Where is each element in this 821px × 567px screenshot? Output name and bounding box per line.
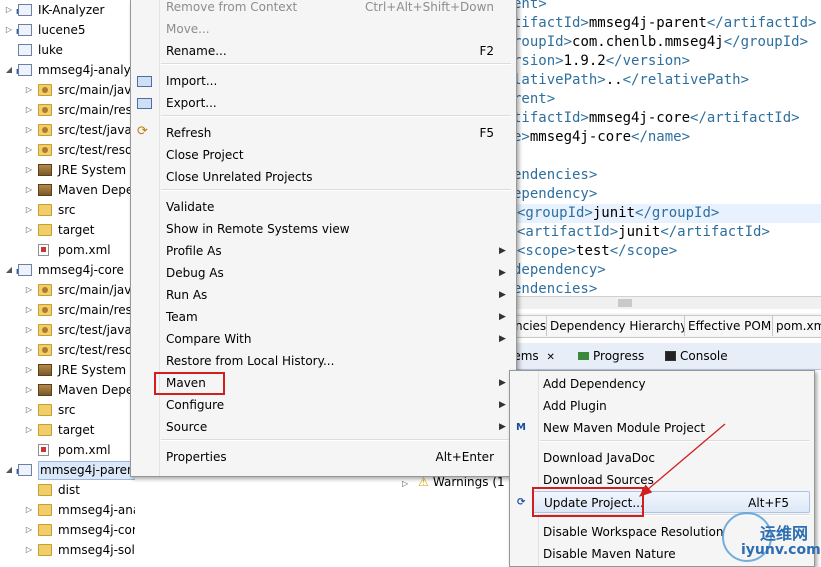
watermark-text-cn: 运维网 [760,524,809,543]
arrow-line [639,423,726,497]
watermark-text-domain: iyunv.com [741,542,821,558]
annotation-arrow [639,423,726,497]
watermark-logo: 运维网 iyunv.com [722,510,821,565]
